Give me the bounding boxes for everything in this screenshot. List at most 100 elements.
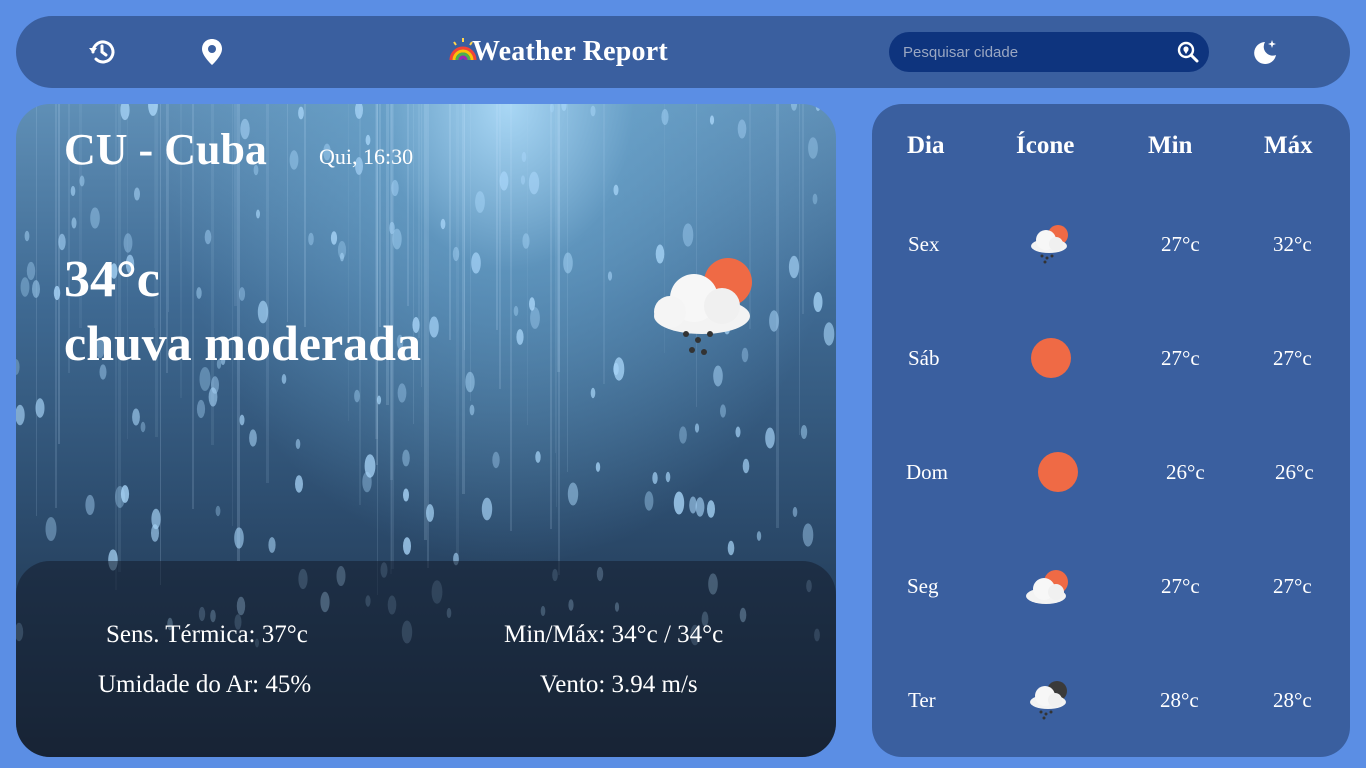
rain-drop: [53, 285, 61, 301]
rain-drop: [707, 500, 715, 518]
rain-drop: [355, 104, 363, 119]
forecast-max: 28°c: [1273, 688, 1312, 712]
history-icon[interactable]: [86, 36, 118, 68]
rain-streak: [413, 104, 414, 424]
rain-drop: [196, 399, 206, 419]
rain-drop: [215, 505, 221, 517]
rain-drop: [234, 527, 244, 549]
rain-streak: [527, 104, 528, 425]
rain-drop: [521, 151, 527, 163]
rain-drop: [513, 305, 519, 317]
rain-drop: [140, 421, 146, 433]
cloud-sun-rain-icon: [646, 256, 758, 360]
cloud-sun-icon: [1024, 562, 1072, 610]
rain-drop: [151, 508, 161, 530]
rain-drop: [800, 425, 808, 439]
header-day: Dia: [907, 132, 945, 159]
rain-drop: [735, 426, 741, 438]
rain-drop: [58, 233, 66, 251]
header-bar: Weather Report: [16, 16, 1350, 88]
rain-drop: [561, 104, 567, 111]
rain-drop: [402, 449, 410, 467]
rain-drop: [268, 537, 276, 553]
rain-drop: [35, 398, 45, 418]
rain-drop: [481, 497, 493, 521]
forecast-max: 27°c: [1273, 574, 1312, 598]
rain-drop: [204, 229, 212, 245]
rain-drop: [426, 504, 434, 522]
sun-icon: [1034, 448, 1082, 496]
rain-drop: [85, 494, 95, 516]
search-location-icon[interactable]: [1177, 41, 1199, 63]
rain-drop: [792, 506, 798, 518]
forecast-day: Sex: [908, 232, 940, 256]
rain-drop: [403, 488, 409, 502]
rain-drop: [756, 531, 762, 541]
rainbow-weather-logo: [448, 36, 478, 68]
rain-drop: [499, 171, 509, 191]
forecast-day: Ter: [908, 688, 936, 712]
cloud-sun-rain-icon: [1027, 220, 1075, 268]
rain-streak: [456, 104, 459, 556]
search-bar[interactable]: [889, 32, 1209, 72]
rain-drop: [652, 472, 658, 484]
rain-drop: [665, 471, 671, 483]
forecast-day: Dom: [906, 460, 948, 484]
weather-details-panel: Sens. Térmica: 37°c Min/Máx: 34°c / 34°c…: [16, 561, 836, 757]
rain-drop: [535, 451, 541, 463]
rain-streak: [287, 104, 288, 322]
rain-drop: [397, 383, 407, 403]
rain-drop: [440, 218, 446, 230]
rain-drop: [308, 232, 314, 246]
moon-stars-icon[interactable]: [1248, 36, 1280, 68]
map-pin-icon[interactable]: [196, 36, 228, 68]
header-icon: Ícone: [1016, 132, 1075, 159]
rain-drop: [281, 374, 287, 384]
rain-drop: [720, 404, 726, 418]
rain-drop: [613, 357, 625, 381]
cloud-rain-night-icon: [1026, 676, 1074, 724]
rain-drop: [208, 387, 218, 407]
rain-drop: [362, 471, 372, 493]
rain-drop: [132, 408, 140, 426]
rain-streak: [449, 104, 451, 340]
forecast-min: 28°c: [1160, 688, 1199, 712]
rain-streak: [603, 104, 605, 384]
rain-drop: [528, 171, 540, 195]
forecast-min: 26°c: [1166, 460, 1205, 484]
rain-drop: [727, 540, 735, 556]
rain-drop: [256, 209, 260, 219]
rain-drop: [590, 387, 596, 399]
rain-drop: [769, 310, 779, 332]
search-input[interactable]: [903, 32, 1163, 72]
rain-drop: [713, 365, 723, 387]
forecast-min: 27°c: [1161, 232, 1200, 256]
rain-drop: [289, 150, 299, 170]
rain-drop: [563, 252, 573, 274]
rain-drop: [812, 193, 818, 205]
rain-drop: [452, 246, 460, 262]
rain-drop: [295, 438, 301, 450]
rain-drop: [522, 233, 530, 249]
rain-drop: [790, 104, 798, 111]
current-temperature: 34°c: [64, 251, 160, 308]
rain-drop: [695, 497, 705, 517]
rain-drop: [330, 231, 338, 245]
feels-like: Sens. Térmica: 37°c: [106, 621, 308, 648]
rain-drop: [391, 179, 399, 197]
rain-drop: [249, 429, 257, 447]
date-time: Qui, 16:30: [319, 144, 414, 169]
rain-streak: [379, 104, 381, 327]
forecast-max: 26°c: [1275, 460, 1314, 484]
rain-drop: [694, 423, 700, 433]
rain-drop: [475, 191, 485, 213]
rain-drop: [79, 175, 85, 187]
rain-drop: [607, 271, 613, 281]
rain-streak: [55, 104, 57, 508]
rain-streak: [304, 104, 306, 327]
forecast-max: 32°c: [1273, 232, 1312, 256]
rain-drop: [120, 485, 130, 503]
app-title: Weather Report: [472, 36, 668, 67]
rain-drop: [32, 280, 40, 298]
rain-drop: [376, 395, 382, 405]
